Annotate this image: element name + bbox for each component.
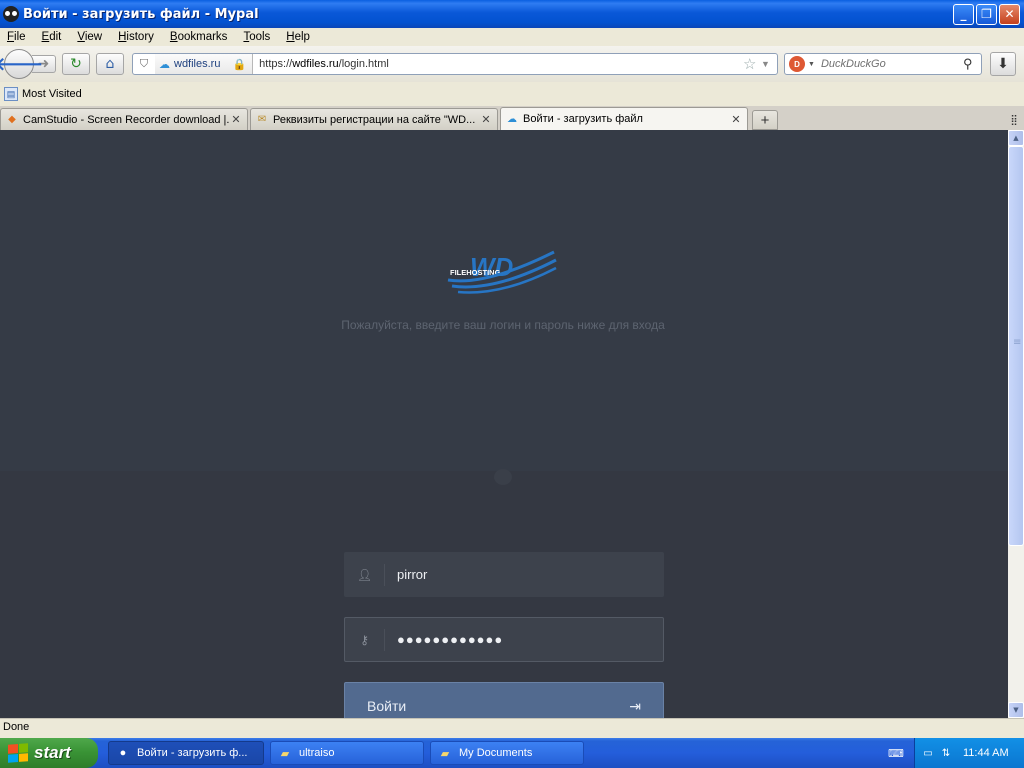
sign-in-icon: ⇥ (629, 697, 641, 714)
reload-button[interactable]: ↻ (62, 53, 90, 75)
downloads-button[interactable]: ⬇ (990, 52, 1016, 76)
home-button[interactable]: ⌂ (96, 53, 124, 75)
divider-notch (494, 469, 512, 485)
list-all-tabs-icon[interactable]: ⣿ (1004, 115, 1024, 126)
login-header: WD FILEHOSTING Пожалуйста, введите ваш л… (0, 130, 1008, 471)
menu-view[interactable]: View (70, 31, 111, 43)
duckduckgo-icon[interactable]: D (789, 56, 805, 72)
title-bar[interactable]: Войти - загрузить файл - Mypal _ ❐ ✕ (0, 0, 1024, 28)
cloud-icon: ☁ (159, 58, 170, 71)
envelope-icon: ✉ (257, 114, 267, 125)
password-field[interactable]: ⚷ ●●●●●●●●●●●● (344, 617, 664, 662)
menu-tools[interactable]: Tools (236, 31, 279, 43)
scrollbar-thumb[interactable] (1008, 146, 1024, 546)
shield-icon[interactable]: ⛉ (133, 58, 155, 71)
mypal-icon: ● (119, 747, 127, 759)
status-bar: Done (0, 718, 1024, 738)
bookmark-star-icon[interactable]: ☆ (743, 55, 761, 73)
tab-label: Войти - загрузить файл (523, 113, 643, 125)
scroll-down-arrow-icon[interactable]: ▼ (1008, 702, 1024, 718)
camstudio-icon: ◆ (8, 114, 16, 125)
taskbar: start ● Войти - загрузить ф... ▰ ultrais… (0, 738, 1024, 768)
tab-camstudio[interactable]: ◆ CamStudio - Screen Recorder download |… (0, 108, 248, 130)
folder-icon: ▰ (440, 747, 450, 760)
cloud-icon: ☁ (507, 113, 517, 125)
tab-login[interactable]: ☁ Войти - загрузить файл ✕ (500, 107, 748, 130)
url-domain: wdfiles.ru (292, 58, 339, 70)
new-tab-button[interactable]: + (752, 110, 778, 130)
site-identity-label: wdfiles.ru (174, 58, 221, 70)
login-button[interactable]: Войти ⇥ (344, 682, 664, 718)
start-label: start (34, 743, 71, 762)
taskbar-item-label: My Documents (459, 747, 533, 759)
username-field[interactable]: 👤︎ pirror (344, 552, 664, 597)
lock-icon: 🔒 (232, 58, 247, 71)
tab-close-icon[interactable]: ✕ (229, 113, 243, 126)
url-dropdown-icon[interactable]: ▼ (761, 59, 777, 69)
search-input[interactable]: DuckDuckGo (821, 58, 963, 70)
url-input[interactable]: https://wdfiles.ru/login.html (253, 58, 743, 70)
menu-help[interactable]: Help (279, 31, 319, 43)
key-icon: ⚷ (345, 628, 385, 651)
tray-monitor-icon[interactable]: ▭ (921, 746, 935, 760)
vertical-scrollbar[interactable]: ▲ ▼ (1008, 130, 1024, 718)
bookmarks-toolbar: ▤ Most Visited (0, 82, 1024, 106)
scroll-up-arrow-icon[interactable]: ▲ (1008, 130, 1024, 146)
taskbar-item-ultraiso[interactable]: ▰ ultraiso (270, 741, 424, 765)
tab-label: CamStudio - Screen Recorder download |..… (23, 113, 229, 126)
navigation-toolbar: ➜ 🡐 ↻ ⌂ ⛉ ☁ wdfiles.ru 🔒 https://wdfiles… (0, 46, 1024, 82)
url-path: /login.html (338, 58, 389, 70)
windows-logo-icon (8, 743, 28, 763)
system-tray: ▭ ⇅ 11:44 AM (914, 738, 1024, 768)
close-button[interactable]: ✕ (999, 3, 1020, 25)
menu-bar: File Edit View History Bookmarks Tools H… (0, 28, 1024, 46)
menu-bookmarks[interactable]: Bookmarks (163, 31, 237, 43)
menu-file[interactable]: File (0, 31, 35, 43)
password-input[interactable]: ●●●●●●●●●●●● (385, 632, 503, 647)
start-button[interactable]: start (0, 738, 98, 768)
username-input[interactable]: pirror (385, 567, 427, 582)
back-button[interactable]: 🡐 (0, 49, 43, 79)
maximize-button[interactable]: ❐ (976, 3, 997, 25)
tab-close-icon[interactable]: ✕ (479, 113, 493, 126)
most-visited-icon: ▤ (4, 87, 18, 101)
tab-close-icon[interactable]: ✕ (729, 113, 743, 126)
status-text: Done (3, 721, 30, 733)
site-identity-box[interactable]: ☁ wdfiles.ru 🔒 (155, 54, 254, 74)
taskbar-item-my-documents[interactable]: ▰ My Documents (430, 741, 584, 765)
page-content: WD FILEHOSTING Пожалуйста, введите ваш л… (0, 130, 1008, 718)
tab-label: Реквизиты регистрации на сайте "WD... (273, 113, 476, 126)
keyboard-icon[interactable]: ⌨ (886, 745, 906, 761)
bookmark-most-visited[interactable]: Most Visited (22, 88, 82, 100)
mypal-app-icon (3, 6, 19, 22)
taskbar-item-label: ultraiso (299, 747, 335, 759)
search-engine-dropdown-icon[interactable]: ▼ (808, 61, 815, 68)
menu-history[interactable]: History (111, 31, 163, 43)
login-button-label: Войти (367, 698, 407, 714)
back-forward-group: ➜ 🡐 (0, 49, 56, 79)
search-icon[interactable]: ⚲ (963, 56, 981, 72)
search-bar[interactable]: D ▼ DuckDuckGo ⚲ (784, 53, 982, 75)
tray-network-icon[interactable]: ⇅ (939, 746, 953, 760)
taskbar-item-mypal[interactable]: ● Войти - загрузить ф... (108, 741, 264, 765)
minimize-button[interactable]: _ (953, 3, 974, 25)
clock[interactable]: 11:44 AM (963, 747, 1009, 759)
window-title: Войти - загрузить файл - Mypal (23, 6, 259, 22)
taskbar-item-label: Войти - загрузить ф... (137, 747, 248, 759)
folder-icon: ▰ (280, 747, 290, 760)
menu-edit[interactable]: Edit (35, 31, 71, 43)
wd-filehosting-logo: WD FILEHOSTING (447, 250, 557, 294)
user-icon: 👤︎ (345, 563, 385, 586)
tab-wd-registration[interactable]: ✉ Реквизиты регистрации на сайте "WD... … (250, 108, 498, 130)
login-instructions: Пожалуйста, введите ваш логин и пароль н… (341, 318, 665, 332)
tab-strip: ◆ CamStudio - Screen Recorder download |… (0, 106, 1024, 130)
url-bar[interactable]: ⛉ ☁ wdfiles.ru 🔒 https://wdfiles.ru/logi… (132, 53, 778, 75)
url-prefix: https:// (259, 58, 293, 70)
